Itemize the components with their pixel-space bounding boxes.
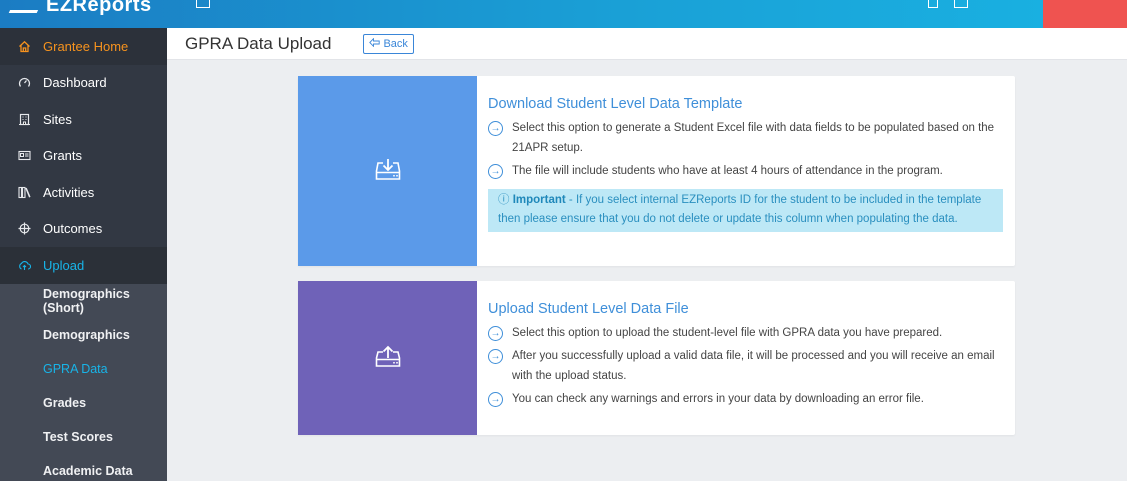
back-button[interactable]: Back	[363, 33, 414, 54]
subnav-item-demographics[interactable]: Demographics	[0, 318, 167, 352]
download-card-title[interactable]: Download Student Level Data Template	[488, 96, 1003, 112]
upload-panel[interactable]	[298, 281, 477, 435]
bullet-text: Select this option to upload the student…	[512, 327, 943, 339]
bullet-text: You can check any warnings and errors in…	[512, 393, 924, 405]
sidebar: Grantee Home Dashboard Sites Grants Acti…	[0, 28, 167, 481]
list-item: → After you successfully upload a valid …	[488, 346, 1003, 386]
page-title: GPRA Data Upload	[185, 33, 332, 53]
arrow-right-circle-icon: →	[488, 121, 503, 136]
arrow-right-circle-icon: →	[488, 326, 503, 341]
crosshair-icon	[17, 222, 31, 236]
logo-mark-icon	[8, 0, 44, 13]
download-card-content: Download Student Level Data Template → S…	[477, 76, 1015, 266]
top-bar: EZReports	[0, 0, 1127, 28]
help-icon[interactable]	[928, 0, 938, 8]
sidebar-item-activities[interactable]: Activities	[0, 174, 167, 211]
list-item: → You can check any warnings and errors …	[488, 389, 1003, 409]
arrow-right-circle-icon: →	[488, 349, 503, 364]
sidebar-item-grantee-home[interactable]: Grantee Home	[0, 28, 167, 65]
brand-name: EZReports	[46, 0, 152, 16]
sidebar-item-upload[interactable]: Upload	[0, 247, 167, 284]
sidebar-item-label: Outcomes	[43, 221, 103, 237]
brand-logo[interactable]: EZReports	[8, 0, 152, 17]
upload-icon	[375, 344, 401, 373]
subnav-item-grades[interactable]: Grades	[0, 386, 167, 420]
sidebar-item-label: Activities	[43, 184, 95, 200]
id-card-icon	[17, 149, 31, 163]
upload-card-title[interactable]: Upload Student Level Data File	[488, 301, 1003, 317]
bullet-text: Select this option to generate a Student…	[512, 122, 995, 154]
sidebar-item-grants[interactable]: Grants	[0, 138, 167, 175]
important-label: Important	[512, 194, 566, 206]
info-icon: ⓘ	[498, 194, 510, 206]
building-icon	[17, 112, 31, 126]
upload-submenu: Demographics (Short) Demographics GPRA D…	[0, 283, 167, 481]
sidebar-item-label: Grants	[43, 148, 83, 164]
sidebar-item-dashboard[interactable]: Dashboard	[0, 65, 167, 102]
subnav-item-demographics-short[interactable]: Demographics (Short)	[0, 284, 167, 318]
sidebar-item-label: Grantee Home	[43, 38, 129, 54]
home-icon	[17, 39, 31, 53]
bullet-text: The file will include students who have …	[512, 165, 943, 177]
subnav-item-academic-data[interactable]: Academic Data	[0, 454, 167, 481]
logout-button[interactable]	[1043, 0, 1127, 28]
important-text: - If you select internal EZReports ID fo…	[498, 194, 982, 225]
subnav-item-gpra-data[interactable]: GPRA Data	[0, 352, 167, 386]
user-icon[interactable]	[954, 0, 968, 8]
cloud-upload-icon	[17, 258, 31, 272]
sidebar-item-label: Dashboard	[43, 75, 107, 91]
menu-icon[interactable]	[196, 0, 210, 8]
important-notice: ⓘ Important - If you select internal EZR…	[488, 189, 1003, 232]
sidebar-item-outcomes[interactable]: Outcomes	[0, 211, 167, 248]
list-item: → Select this option to upload the stude…	[488, 323, 1003, 343]
upload-file-card[interactable]: Upload Student Level Data File → Select …	[298, 281, 1015, 435]
list-item: → Select this option to generate a Stude…	[488, 118, 1003, 158]
subnav-item-test-scores[interactable]: Test Scores	[0, 420, 167, 454]
gauge-icon	[17, 76, 31, 90]
sidebar-item-label: Upload	[43, 257, 85, 273]
arrow-right-circle-icon: →	[488, 164, 503, 179]
sidebar-item-sites[interactable]: Sites	[0, 101, 167, 138]
download-icon	[375, 157, 401, 186]
page-header: GPRA Data Upload Back	[167, 28, 1127, 60]
books-icon	[17, 185, 31, 199]
back-arrow-icon	[369, 37, 381, 50]
sidebar-item-label: Sites	[43, 111, 72, 127]
back-label: Back	[383, 37, 408, 50]
download-template-card[interactable]: Download Student Level Data Template → S…	[298, 76, 1015, 266]
upload-card-content: Upload Student Level Data File → Select …	[477, 281, 1015, 435]
bullet-text: After you successfully upload a valid da…	[512, 350, 995, 382]
arrow-right-circle-icon: →	[488, 392, 503, 407]
download-panel[interactable]	[298, 76, 477, 266]
list-item: → The file will include students who hav…	[488, 161, 1003, 181]
